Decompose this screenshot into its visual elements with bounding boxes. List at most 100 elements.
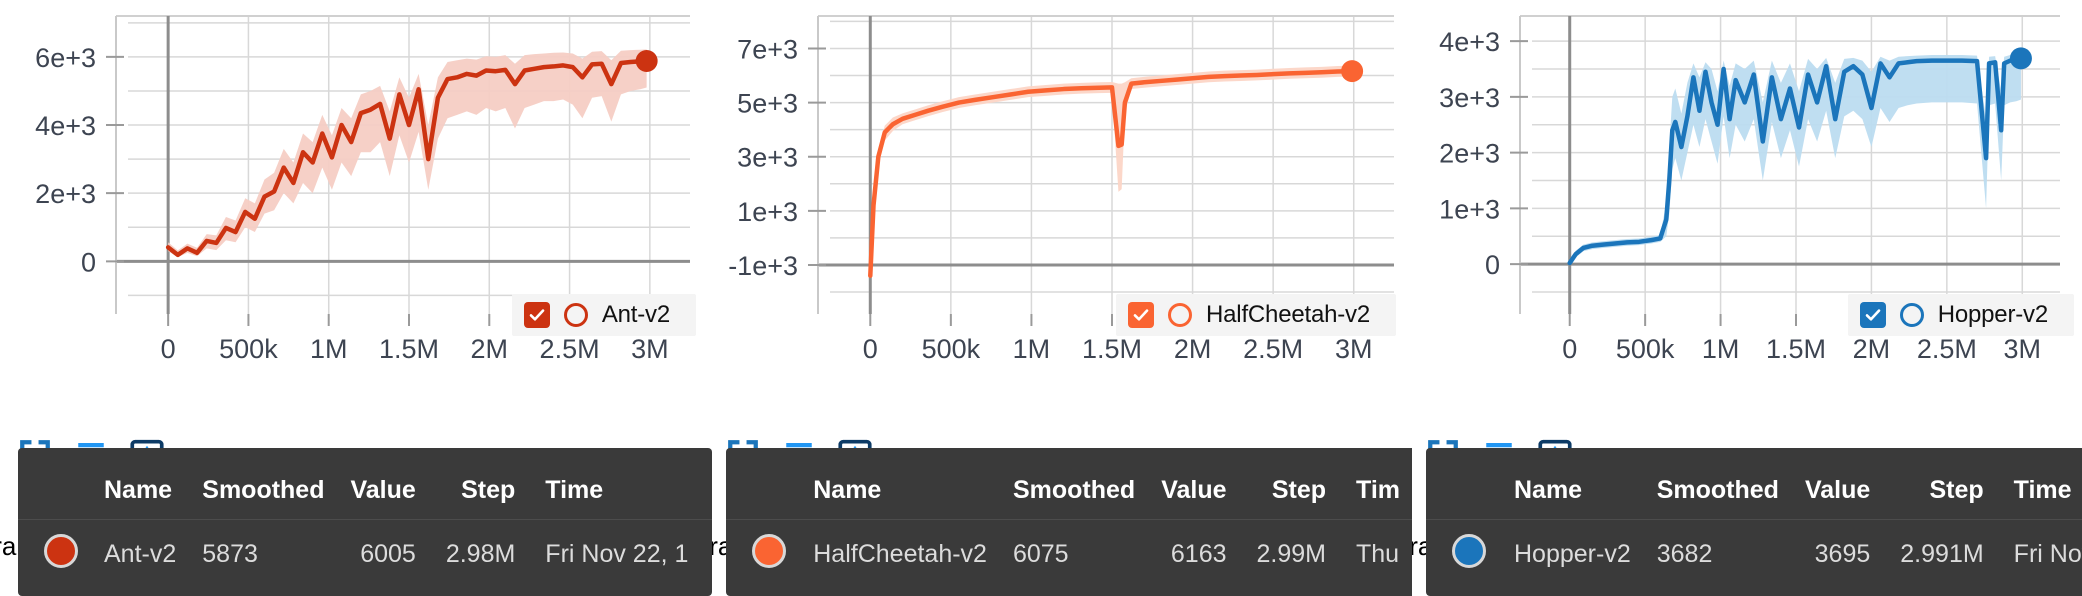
- x-tick-label: 500k: [922, 334, 981, 364]
- series-color-dot-icon: [44, 534, 78, 568]
- tooltip-cell-name: Hopper-v2: [1514, 540, 1631, 568]
- tooltip-col-header: Step: [1900, 476, 2014, 520]
- x-tick-label: 1.5M: [1766, 334, 1826, 364]
- legend-checkbox[interactable]: [1859, 302, 1886, 328]
- x-tick-label: 3M: [631, 334, 669, 364]
- tooltip-col-header: Smoothed: [202, 476, 351, 520]
- tooltip-header-row: Name Smoothed Value Step Tim: [726, 476, 1412, 520]
- tooltip-cell-step: 2.99M: [1256, 540, 1326, 568]
- x-tick-label: 2M: [1853, 334, 1891, 364]
- chart-plot-area[interactable]: -1e+3 1e+3 3e+3 5e+3 7e+3 0 500k 1M 1.5M 2M 2.5M 3M: [712, 0, 1412, 420]
- tooltip-table: Name Smoothed Value Step Time Hopper-v2 3682 36…: [1426, 476, 2082, 585]
- tooltip-col-header: Time: [545, 476, 712, 520]
- tooltip-table: Name Smoothed Value Step Tim HalfCheetah-v2 60…: [726, 476, 1412, 585]
- tooltip-cell-value: 6163: [1170, 540, 1227, 568]
- tooltip-col-header: Tim: [1356, 476, 1412, 520]
- legend-color-swatch-icon: [1899, 303, 1924, 327]
- chart-plot-area[interactable]: 0 2e+3 4e+3 6e+3 0 500k 1M 1.5M 2M 2.5M 3M: [0, 0, 712, 420]
- tooltip-cell-time: Fri Nov 22, 1: [545, 540, 689, 568]
- tooltip-series-swatch: [1426, 520, 1514, 586]
- series-endpoint-marker: [635, 49, 658, 72]
- y-tick-label: 3e+3: [737, 143, 798, 173]
- tooltip-col-header: Smoothed: [1012, 476, 1162, 520]
- y-tick-label: 0: [81, 247, 96, 277]
- tooltip-table: Name Smoothed Value Step Time Ant-v2 5873 6005 2…: [18, 476, 712, 585]
- tooltip-swatch-header: [18, 476, 104, 520]
- y-tick-label: 5e+3: [737, 89, 798, 119]
- tooltip-cell-value: 3695: [1814, 540, 1871, 568]
- y-tick-label: 2e+3: [35, 179, 96, 209]
- tooltip-swatch-header: [726, 476, 814, 520]
- tooltip-series-swatch: [18, 520, 104, 586]
- x-tick-label: 500k: [1616, 334, 1675, 364]
- tooltip-col-header: Value: [350, 476, 446, 520]
- check-icon: [1133, 309, 1149, 321]
- tooltip-series-swatch: [726, 520, 813, 586]
- legend-color-swatch-icon: [563, 303, 588, 327]
- x-tick-label: 2M: [471, 334, 509, 364]
- x-tick-label: 1M: [1702, 334, 1740, 364]
- y-tick-label: 6e+3: [35, 43, 96, 73]
- tooltip-cell-smoothed: 5873: [202, 540, 258, 568]
- chart-legend[interactable]: Ant-v2: [511, 294, 696, 336]
- x-tick-label: 1M: [1013, 334, 1051, 364]
- scalar-card-hopper: 0 1e+3 2e+3 3e+3 4e+3 0 500k 1M 1.5M 2M 2.5M 3M Hopp…: [1412, 0, 2082, 596]
- tooltip-col-header: Time: [2013, 476, 2082, 520]
- legend-series-name: Hopper-v2: [1937, 301, 2048, 328]
- chart-plot-area[interactable]: 0 1e+3 2e+3 3e+3 4e+3 0 500k 1M 1.5M 2M 2.5M 3M: [1412, 0, 2082, 420]
- y-tick-label: 1e+3: [737, 197, 798, 227]
- tooltip-cell-smoothed: 6075: [1012, 540, 1069, 568]
- x-tick-label: 2.5M: [1917, 334, 1977, 364]
- series-color-dot-icon: [1452, 534, 1486, 568]
- tooltip-row: Ant-v2 5873 6005 2.98M Fri Nov 22, 1: [18, 520, 712, 586]
- y-tick-label: 4e+3: [35, 111, 96, 141]
- tooltip-col-header: Name: [1514, 476, 1657, 520]
- scalar-card-ant: 02e+34e+36e+30500k1M1.5M2M2.5M3MAnt-v2tr…: [0, 0, 712, 596]
- x-tick-label: 0: [863, 334, 878, 364]
- x-tick-label: 500k: [219, 334, 278, 364]
- x-tick-label: 0: [1562, 334, 1577, 364]
- legend-checkbox[interactable]: [1128, 302, 1155, 328]
- tooltip-cell-value: 6005: [360, 540, 416, 568]
- chart-tooltip: Name Smoothed Value Step Time Ant-v2 5873 6005 2…: [18, 448, 712, 596]
- tooltip-col-header: Step: [445, 476, 546, 520]
- x-tick-label: 2.5M: [1243, 334, 1303, 364]
- chart-tooltip: Name Smoothed Value Step Tim HalfCheetah-v2 60…: [726, 448, 1412, 596]
- legend-series-name: Ant-v2: [601, 301, 670, 328]
- x-tick-label: 2.5M: [540, 334, 600, 364]
- legend-checkbox[interactable]: [523, 302, 550, 328]
- y-tick-label: 7e+3: [737, 34, 798, 64]
- tooltip-col-header: Name: [813, 476, 1013, 520]
- tooltip-col-header: Step: [1256, 476, 1356, 520]
- tooltip-cell-step: 2.991M: [1900, 540, 1984, 568]
- x-tick-label: 3M: [2004, 334, 2042, 364]
- y-tick-label: 1e+3: [1439, 194, 1500, 224]
- tooltip-cell-time: Thu: [1356, 540, 1400, 568]
- y-tick-label: 2e+3: [1439, 139, 1500, 169]
- check-icon: [529, 309, 545, 321]
- y-tick-label: 3e+3: [1439, 83, 1500, 113]
- scalar-card-halfcheetah: -1e+3 1e+3 3e+3 5e+3 7e+3 0 500k 1M 1.5M 2M 2.5M 3M…: [712, 0, 1412, 596]
- chart-legend[interactable]: Hopper-v2: [1847, 294, 2074, 336]
- chart-tooltip: Name Smoothed Value Step Time Hopper-v2 3682 36…: [1426, 448, 2082, 596]
- tooltip-header-row: Name Smoothed Value Step Time: [1426, 476, 2082, 520]
- tensorboard-scalar-panels: 02e+34e+36e+30500k1M1.5M2M2.5M3MAnt-v2tr…: [0, 0, 2082, 596]
- legend-series-name: HalfCheetah-v2: [1206, 301, 1370, 328]
- tooltip-col-header: Name: [104, 476, 203, 520]
- tooltip-col-header: Value: [1804, 476, 1901, 520]
- y-tick-label: -1e+3: [728, 251, 798, 281]
- x-tick-label: 1M: [310, 334, 348, 364]
- tooltip-row: Hopper-v2 3682 3695 2.991M Fri Nov: [1426, 520, 2082, 586]
- tooltip-swatch-header: [1426, 476, 1514, 520]
- chart-legend[interactable]: HalfCheetah-v2: [1116, 294, 1396, 336]
- y-tick-label: 0: [1485, 250, 1500, 280]
- tooltip-col-header: Value: [1161, 476, 1257, 520]
- tooltip-cell-time: Fri Nov: [2013, 540, 2082, 568]
- check-icon: [1865, 309, 1881, 321]
- x-tick-label: 3M: [1335, 334, 1373, 364]
- y-tick-label: 4e+3: [1439, 27, 1500, 57]
- tooltip-cell-name: HalfCheetah-v2: [813, 540, 987, 568]
- x-tick-label: 0: [161, 334, 176, 364]
- tooltip-cell-step: 2.98M: [445, 540, 516, 568]
- legend-color-swatch-icon: [1168, 303, 1193, 327]
